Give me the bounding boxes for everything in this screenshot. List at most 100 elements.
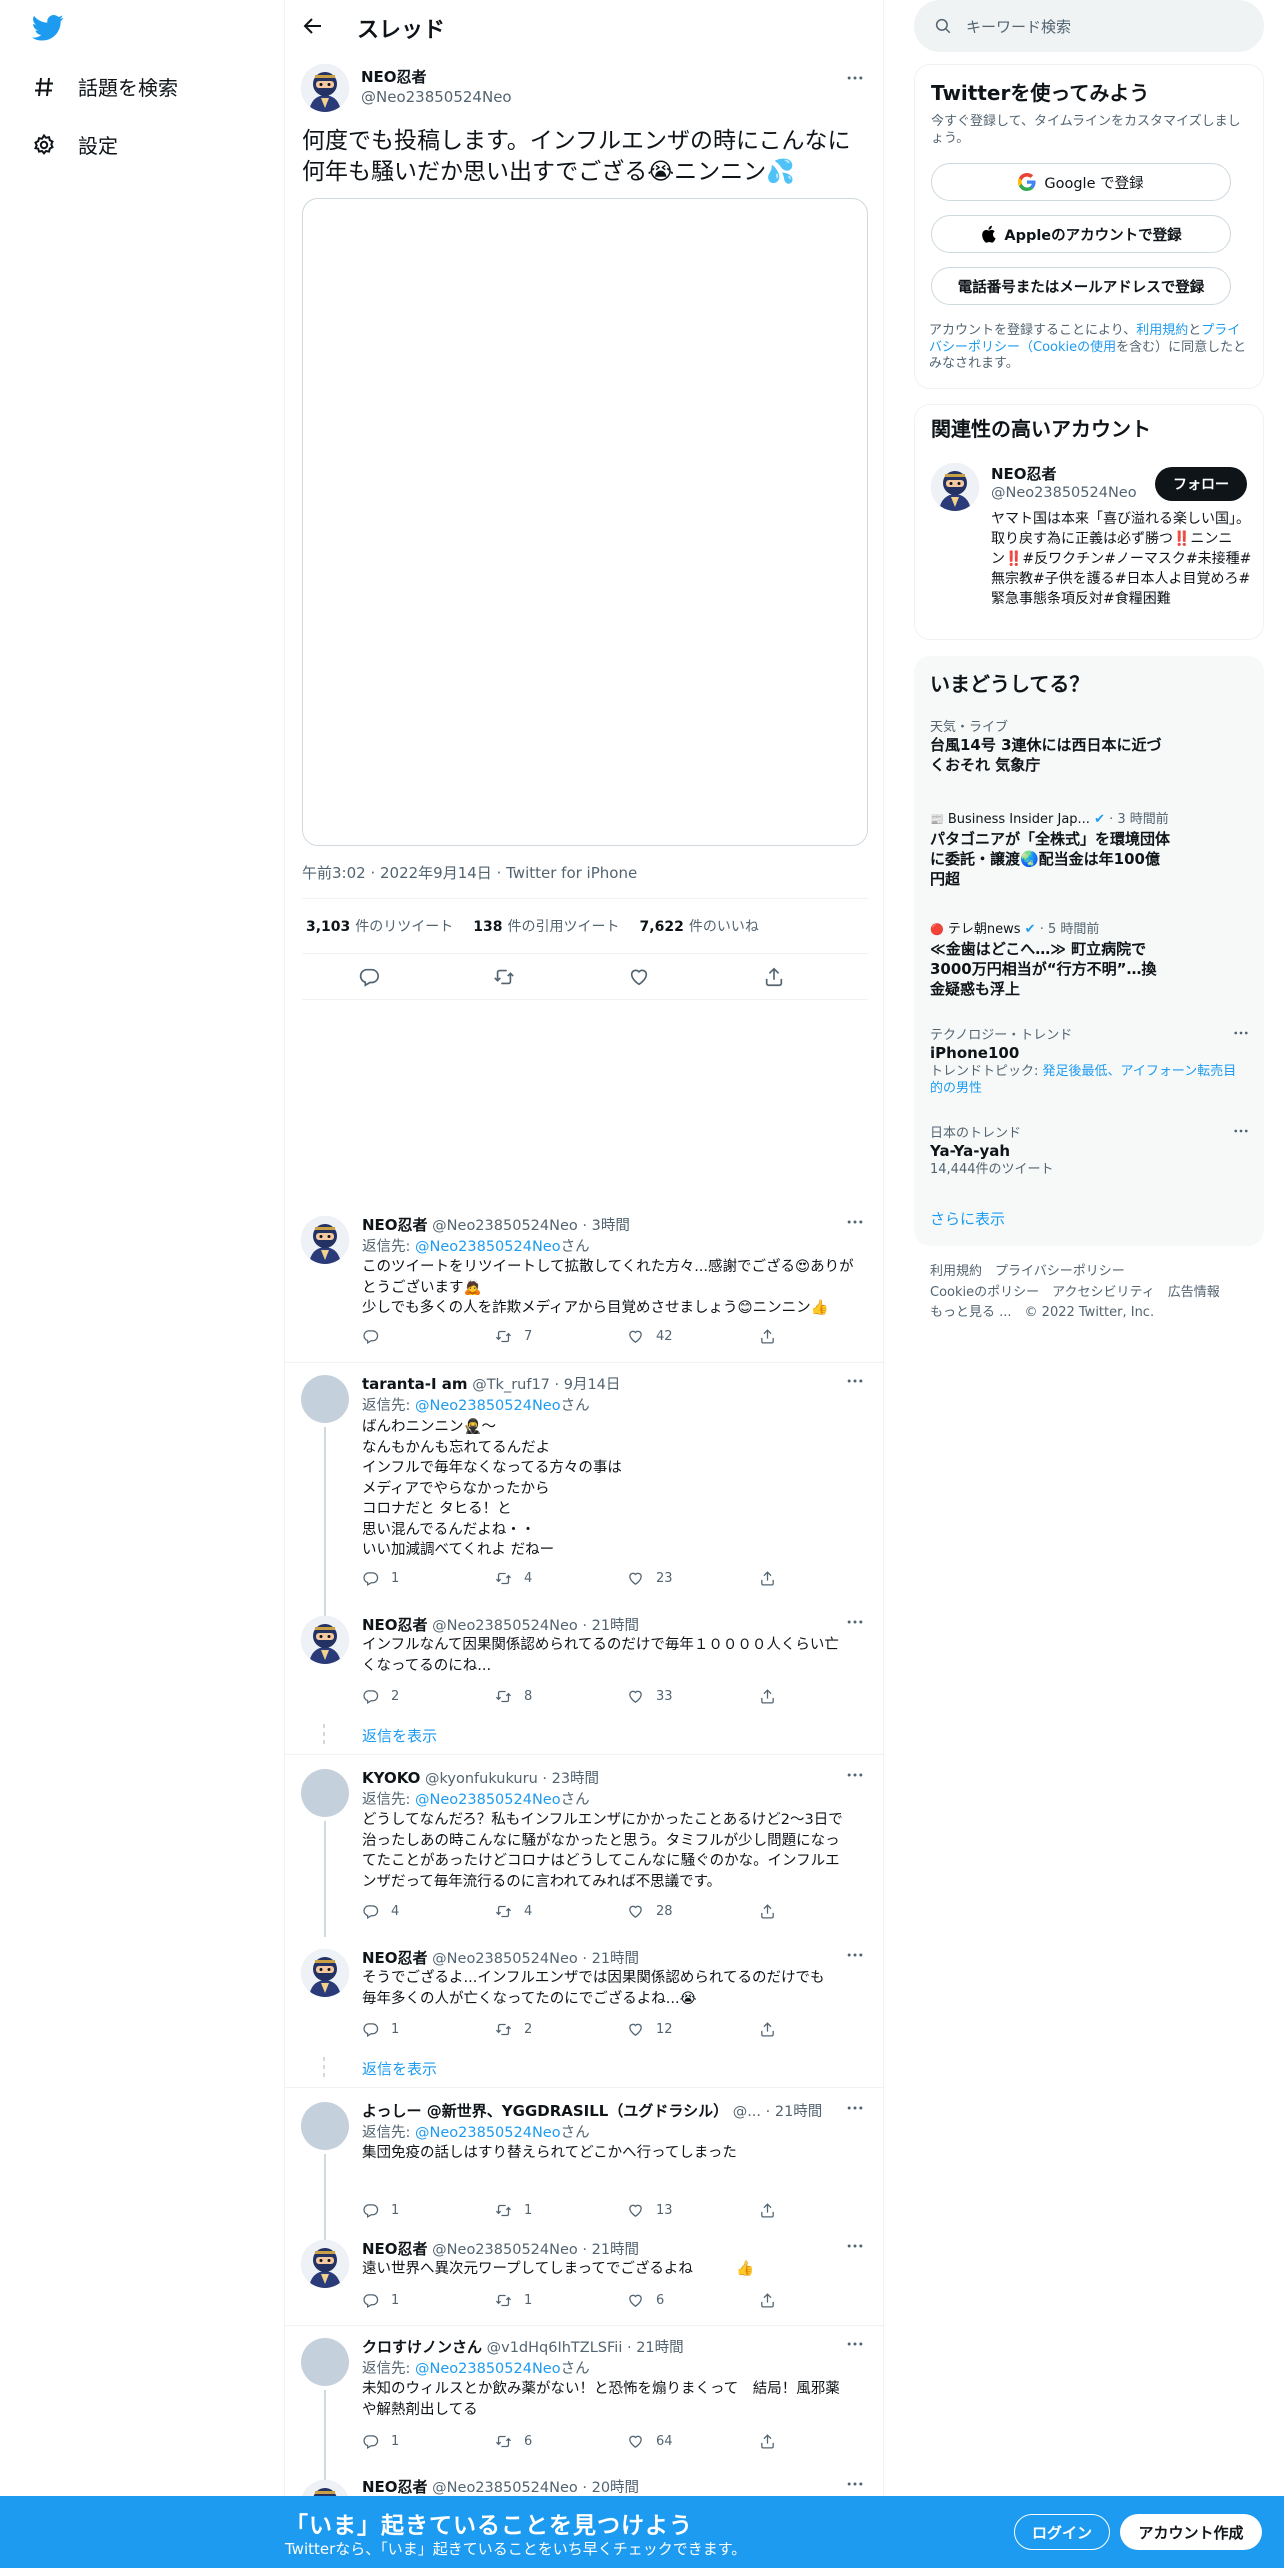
reply-button[interactable]: 1 xyxy=(362,2292,399,2309)
retweet-button[interactable]: 2 xyxy=(495,2021,532,2038)
quote-count-link[interactable]: 138 件の引用ツイート xyxy=(473,916,619,936)
like-button[interactable]: 12 xyxy=(627,2021,673,2038)
avatar[interactable] xyxy=(301,64,349,112)
more-icon[interactable] xyxy=(845,2236,865,2256)
share-button[interactable] xyxy=(759,2433,776,2450)
nav-explore[interactable]: 話題を検索 xyxy=(32,72,178,101)
footer-link[interactable]: アクセシビリティ xyxy=(1052,1285,1155,1300)
retweet-count-link[interactable]: 3,103 件のリツイート xyxy=(306,916,453,936)
nav-settings[interactable]: 設定 xyxy=(32,130,118,159)
reply-button[interactable]: 1 xyxy=(362,2021,399,2038)
login-button[interactable]: ログイン xyxy=(1014,2514,1110,2550)
author-name[interactable]: よっしー @新世界、YGGDRASILL（ユグドラシル） xyxy=(362,2102,728,2120)
author-handle[interactable]: @Neo23850524Neo xyxy=(432,1218,578,1234)
avatar[interactable] xyxy=(301,1949,349,1997)
author-handle[interactable]: @... xyxy=(733,2104,761,2120)
related-name[interactable]: NEO忍者 xyxy=(991,463,1057,484)
terms-link[interactable]: 利用規約 xyxy=(1136,323,1188,338)
more-icon[interactable] xyxy=(845,1612,865,1632)
share-button[interactable] xyxy=(759,2021,776,2038)
more-icon[interactable] xyxy=(845,2474,865,2494)
reply-time[interactable]: 21時間 xyxy=(592,1618,639,1634)
create-account-button[interactable]: アカウント作成 xyxy=(1120,2514,1262,2550)
search-input[interactable]: キーワード検索 xyxy=(914,0,1264,52)
tweet-date[interactable]: 2022年9月14日 xyxy=(380,864,492,882)
apple-signup-button[interactable]: Appleのアカウントで登録 xyxy=(931,215,1231,253)
share-button[interactable] xyxy=(759,1903,776,1920)
reply-time[interactable]: 21時間 xyxy=(592,2242,639,2258)
reply-time[interactable]: 21時間 xyxy=(592,1951,639,1967)
reply-time[interactable]: 21時間 xyxy=(636,2340,683,2356)
trend-item[interactable]: 🔴 テレ朝news ✔ · 5 時間前 ≪金歯はどこへ…≫ 町立病院で3000万… xyxy=(930,918,1250,999)
twitter-logo-icon[interactable] xyxy=(32,14,64,42)
author-name[interactable]: クロすけノンさん xyxy=(362,2338,482,2356)
avatar[interactable] xyxy=(301,1216,349,1264)
reply-time[interactable]: 23時間 xyxy=(552,1771,599,1787)
author-handle[interactable]: @kyonfukukuru xyxy=(425,1771,538,1787)
reply-button[interactable]: 4 xyxy=(362,1903,399,1920)
author-name[interactable]: KYOKO xyxy=(362,1769,420,1787)
show-replies-link[interactable]: 返信を表示 xyxy=(362,2058,437,2079)
show-more-link[interactable]: さらに表示 xyxy=(930,1208,1005,1229)
footer-link[interactable]: Cookieのポリシー xyxy=(930,1285,1039,1300)
share-button[interactable] xyxy=(759,2202,776,2219)
reply-to-link[interactable]: @Neo23850524Neo xyxy=(415,2361,561,2377)
author-name[interactable]: NEO忍者 xyxy=(361,66,427,87)
reply-button[interactable]: 1 xyxy=(362,1570,399,1587)
more-icon[interactable] xyxy=(1232,1024,1250,1042)
author-name[interactable]: NEO忍者 xyxy=(362,1949,428,1967)
reply-icon[interactable] xyxy=(358,966,380,988)
avatar[interactable] xyxy=(301,2338,349,2386)
reply-button[interactable] xyxy=(362,1328,391,1345)
more-icon[interactable] xyxy=(1232,1122,1250,1140)
like-button[interactable]: 13 xyxy=(627,2202,673,2219)
retweet-button[interactable]: 4 xyxy=(495,1903,532,1920)
share-button[interactable] xyxy=(759,1688,776,1705)
trend-item[interactable]: 日本のトレンド Ya-Ya-yah 14,444件のツイート xyxy=(930,1122,1250,1178)
footer-link[interactable]: 利用規約 xyxy=(930,1264,982,1279)
author-handle[interactable]: @Neo23850524Neo xyxy=(432,1951,578,1967)
retweet-button[interactable]: 8 xyxy=(495,1688,532,1705)
more-icon[interactable] xyxy=(845,1765,865,1785)
more-icon[interactable] xyxy=(845,1371,865,1391)
reply-to-link[interactable]: @Neo23850524Neo xyxy=(415,2125,561,2141)
like-button[interactable]: 6 xyxy=(627,2292,664,2309)
share-button[interactable] xyxy=(759,2292,776,2309)
tweet-media[interactable] xyxy=(302,198,868,846)
related-handle[interactable]: @Neo23850524Neo xyxy=(991,485,1137,501)
author-handle[interactable]: @Neo23850524Neo xyxy=(432,2242,578,2258)
retweet-button[interactable]: 1 xyxy=(495,2202,532,2219)
retweet-button[interactable]: 6 xyxy=(495,2433,532,2450)
avatar[interactable] xyxy=(301,1375,349,1423)
like-icon[interactable] xyxy=(628,966,650,988)
footer-link[interactable]: プライバシーポリシー xyxy=(995,1264,1125,1279)
reply-to-link[interactable]: @Neo23850524Neo xyxy=(415,1792,561,1808)
more-icon[interactable] xyxy=(845,1945,865,1965)
reply-time[interactable]: 9月14日 xyxy=(564,1377,621,1393)
footer-link[interactable]: 広告情報 xyxy=(1168,1285,1220,1300)
reply-button[interactable]: 1 xyxy=(362,2433,399,2450)
retweet-icon[interactable] xyxy=(493,966,515,988)
author-handle[interactable]: @v1dHq6IhTZLSFii xyxy=(487,2340,623,2356)
avatar[interactable] xyxy=(931,463,979,511)
retweet-button[interactable]: 4 xyxy=(495,1570,532,1587)
follow-button[interactable]: フォロー xyxy=(1155,467,1247,501)
reply-time[interactable]: 21時間 xyxy=(775,2104,822,2120)
show-replies-link[interactable]: 返信を表示 xyxy=(362,1725,437,1746)
author-name[interactable]: NEO忍者 xyxy=(362,2240,428,2258)
trend-item[interactable]: 天気・ライブ 台風14号 3連休には西日本に近づくおそれ 気象庁 xyxy=(930,716,1250,775)
author-handle[interactable]: @Neo23850524Neo xyxy=(432,2480,578,2496)
avatar[interactable] xyxy=(301,2102,349,2150)
retweet-button[interactable]: 7 xyxy=(495,1328,532,1345)
retweet-button[interactable]: 1 xyxy=(495,2292,532,2309)
author-handle[interactable]: @Tk_ruf17 xyxy=(472,1377,550,1393)
more-icon[interactable] xyxy=(845,68,865,88)
footer-more-link[interactable]: もっと見る ... xyxy=(930,1305,1012,1320)
author-handle[interactable]: @Neo23850524Neo xyxy=(361,88,512,106)
reply-button[interactable]: 2 xyxy=(362,1688,399,1705)
reply-time[interactable]: 20時間 xyxy=(592,2480,639,2496)
more-icon[interactable] xyxy=(845,2334,865,2354)
tweet-time[interactable]: 午前3:02 xyxy=(302,864,366,882)
like-button[interactable]: 23 xyxy=(627,1570,673,1587)
more-icon[interactable] xyxy=(845,2098,865,2118)
